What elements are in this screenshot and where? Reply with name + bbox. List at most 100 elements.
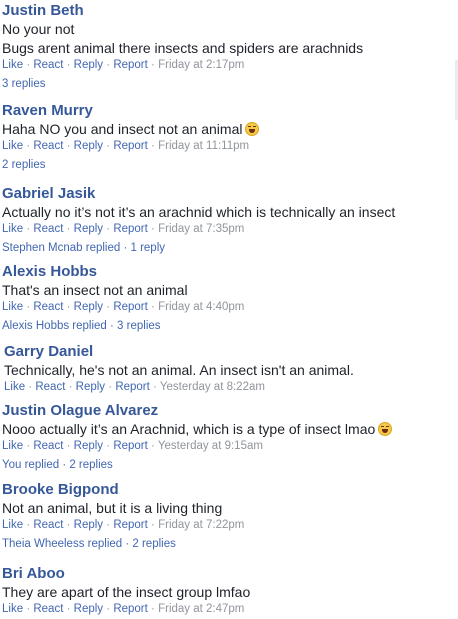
comment-actions: Like · React · Reply · Report · Yesterda…: [0, 439, 458, 454]
comment-actions: Like · React · Reply · Report · Yesterda…: [2, 380, 458, 395]
separator: ·: [66, 223, 71, 235]
comment-actions: Like · React · Reply · Report · Friday a…: [0, 602, 458, 617]
react-link[interactable]: React: [33, 140, 63, 152]
separator: ·: [151, 603, 155, 615]
separator: ·: [106, 223, 111, 235]
comment-author[interactable]: Justin Beth: [0, 2, 458, 20]
separator: ·: [106, 440, 111, 452]
comment-actions: Like · React · Reply · Report · Friday a…: [0, 58, 458, 73]
like-link[interactable]: Like: [2, 59, 23, 71]
comment-author[interactable]: Bri Aboo: [0, 565, 458, 583]
react-link[interactable]: React: [33, 301, 63, 313]
replies-link[interactable]: Alexis Hobbs replied · 3 replies: [0, 319, 458, 334]
separator: ·: [26, 223, 31, 235]
comment-author[interactable]: Alexis Hobbs: [0, 263, 458, 281]
separator: ·: [68, 381, 73, 393]
replies-link[interactable]: You replied · 2 replies: [0, 458, 458, 473]
separator: ·: [153, 381, 157, 393]
separator: ·: [106, 140, 111, 152]
comment-text: Bugs arent animal there insects and spid…: [2, 40, 364, 56]
separator: ·: [66, 59, 71, 71]
separator: ·: [26, 140, 31, 152]
separator: ·: [106, 59, 111, 71]
separator: ·: [151, 223, 155, 235]
comment-item: Garry Daniel Technically, he's not an an…: [2, 343, 458, 395]
report-link[interactable]: Report: [113, 140, 148, 152]
separator: ·: [66, 140, 71, 152]
separator: ·: [26, 440, 31, 452]
comment-timestamp[interactable]: Friday at 7:35pm: [158, 223, 244, 235]
comment-item: Justin Beth No your not Bugs arent anima…: [0, 2, 458, 92]
replies-link[interactable]: 2 replies: [0, 158, 458, 173]
separator: ·: [151, 301, 155, 313]
separator: ·: [66, 440, 71, 452]
react-link[interactable]: React: [35, 381, 65, 393]
separator: ·: [26, 519, 31, 531]
like-link[interactable]: Like: [2, 223, 23, 235]
like-link[interactable]: Like: [2, 140, 23, 152]
comment-text: Nooo actually it’s an Arachnid, which is…: [2, 421, 376, 437]
replies-link[interactable]: 3 replies: [0, 77, 458, 92]
like-link[interactable]: Like: [2, 440, 23, 452]
comment-item: Alexis Hobbs That's an insect not an ani…: [0, 263, 458, 334]
report-link[interactable]: Report: [115, 381, 150, 393]
comment-item: Brooke Bigpond Not an animal, but it is …: [0, 481, 458, 552]
comment-actions: Like · React · Reply · Report · Friday a…: [0, 300, 458, 315]
reply-link[interactable]: Reply: [74, 59, 103, 71]
report-link[interactable]: Report: [113, 223, 148, 235]
reply-link[interactable]: Reply: [74, 223, 103, 235]
like-link[interactable]: Like: [2, 519, 23, 531]
separator: ·: [26, 59, 31, 71]
reply-link[interactable]: Reply: [74, 603, 103, 615]
comment-author[interactable]: Garry Daniel: [2, 343, 458, 361]
separator: ·: [66, 301, 71, 313]
replies-link[interactable]: Theia Wheeless replied · 2 replies: [0, 537, 458, 552]
separator: ·: [106, 603, 111, 615]
reply-link[interactable]: Reply: [74, 301, 103, 313]
comment-author[interactable]: Brooke Bigpond: [0, 481, 458, 499]
reply-link[interactable]: Reply: [74, 519, 103, 531]
comment-item: Raven Murry Haha NO you and insect not a…: [0, 102, 458, 173]
reply-link[interactable]: Reply: [74, 140, 103, 152]
grinning-emoji-icon: [378, 422, 393, 436]
comment-timestamp[interactable]: Yesterday at 8:22am: [160, 381, 265, 393]
reply-link[interactable]: Reply: [74, 440, 103, 452]
comment-timestamp[interactable]: Friday at 11:11pm: [158, 140, 249, 152]
like-link[interactable]: Like: [4, 381, 25, 393]
react-link[interactable]: React: [33, 603, 63, 615]
react-link[interactable]: React: [33, 59, 63, 71]
separator: ·: [26, 603, 31, 615]
comment-text: Haha NO you and insect not an animal: [2, 121, 243, 137]
like-link[interactable]: Like: [2, 301, 23, 313]
react-link[interactable]: React: [33, 440, 63, 452]
comment-actions: Like · React · Reply · Report · Friday a…: [0, 518, 458, 533]
comment-text: Technically, he's not an animal. An inse…: [4, 362, 354, 378]
comment-text: They are apart of the insect group lmfao: [2, 584, 251, 600]
comment-timestamp[interactable]: Friday at 2:47pm: [158, 603, 244, 615]
comment-author[interactable]: Gabriel Jasik: [0, 185, 458, 203]
report-link[interactable]: Report: [113, 440, 148, 452]
comment-item: Bri Aboo They are apart of the insect gr…: [0, 565, 458, 617]
comment-item: Justin Olague Alvarez Nooo actually it’s…: [0, 402, 458, 473]
grinning-emoji-icon: [245, 122, 260, 136]
replies-link[interactable]: Stephen Mcnab replied · 1 reply: [0, 241, 458, 256]
comment-text: Not an animal, but it is a living thing: [2, 500, 223, 516]
react-link[interactable]: React: [33, 519, 63, 531]
comment-timestamp[interactable]: Yesterday at 9:15am: [158, 440, 263, 452]
like-link[interactable]: Like: [2, 603, 23, 615]
separator: ·: [106, 519, 111, 531]
comment-actions: Like · React · Reply · Report · Friday a…: [0, 222, 458, 237]
react-link[interactable]: React: [33, 223, 63, 235]
report-link[interactable]: Report: [113, 603, 148, 615]
comment-author[interactable]: Raven Murry: [0, 102, 458, 120]
comment-timestamp[interactable]: Friday at 4:40pm: [158, 301, 244, 313]
reply-link[interactable]: Reply: [76, 381, 105, 393]
comment-timestamp[interactable]: Friday at 2:17pm: [158, 59, 244, 71]
report-link[interactable]: Report: [113, 519, 148, 531]
comment-timestamp[interactable]: Friday at 7:22pm: [158, 519, 244, 531]
report-link[interactable]: Report: [113, 301, 148, 313]
comment-author[interactable]: Justin Olague Alvarez: [0, 402, 458, 420]
separator: ·: [108, 381, 113, 393]
report-link[interactable]: Report: [113, 59, 148, 71]
comment-item: Gabriel Jasik Actually no it’s not it’s …: [0, 185, 458, 256]
